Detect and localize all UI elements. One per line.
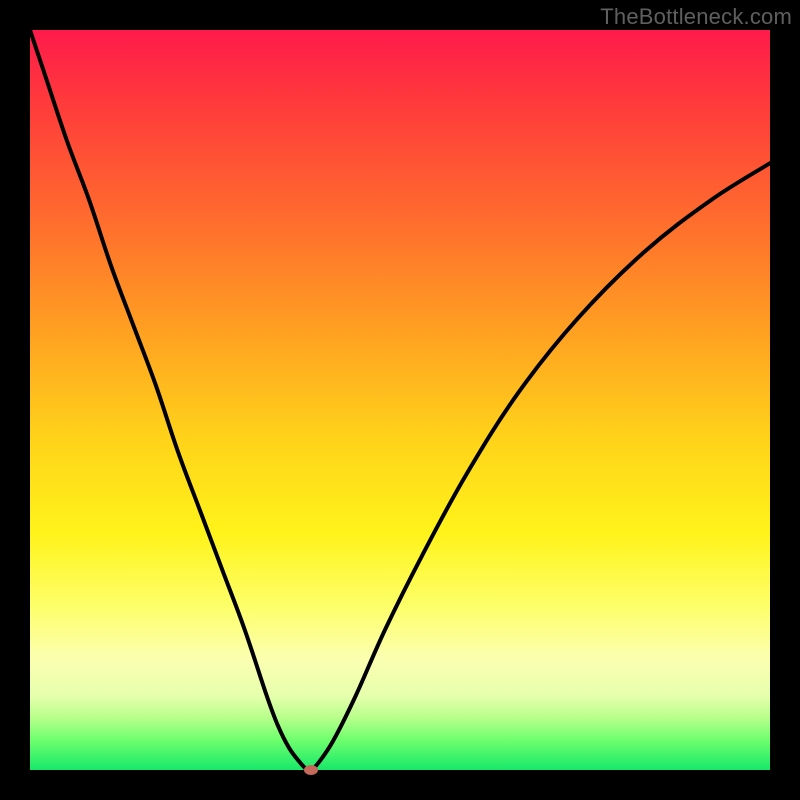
min-point-marker <box>304 765 318 775</box>
watermark-text: TheBottleneck.com <box>600 4 792 30</box>
chart-frame: TheBottleneck.com <box>0 0 800 800</box>
curve-path <box>30 30 770 770</box>
plot-area <box>30 30 770 770</box>
bottleneck-curve <box>30 30 770 770</box>
